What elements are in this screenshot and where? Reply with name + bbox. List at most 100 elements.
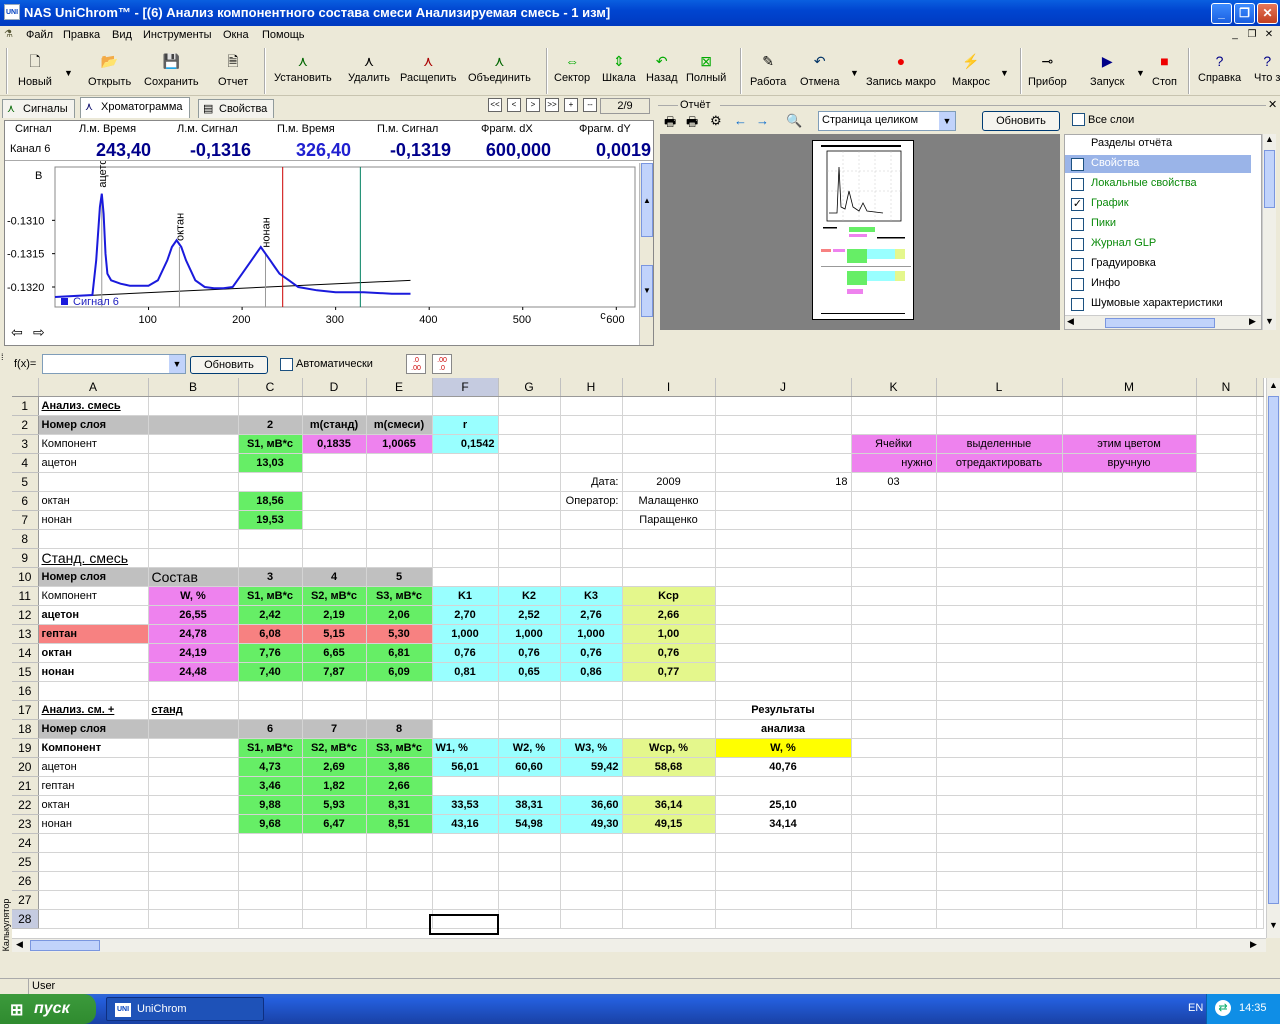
cell[interactable]: 25,10 (715, 795, 852, 815)
cell[interactable] (1196, 738, 1257, 758)
cell[interactable]: 0,76 (560, 643, 623, 663)
cell[interactable] (1062, 415, 1197, 435)
cell[interactable] (148, 491, 239, 511)
cell[interactable] (560, 529, 623, 549)
cell[interactable] (1062, 890, 1197, 910)
cell[interactable]: 2,69 (302, 757, 367, 777)
cell[interactable] (238, 909, 303, 929)
cell[interactable] (622, 681, 716, 701)
cell[interactable]: 18,56 (238, 491, 303, 511)
row-header[interactable]: 17 (12, 700, 39, 720)
cell[interactable] (851, 548, 937, 568)
cell[interactable] (1062, 548, 1197, 568)
sheet-hscroll-thumb[interactable] (30, 940, 100, 951)
cell[interactable] (715, 605, 852, 625)
cell[interactable] (1062, 909, 1197, 929)
cell[interactable]: 38,31 (498, 795, 561, 815)
cell[interactable] (148, 852, 239, 872)
cell[interactable] (1256, 795, 1264, 815)
cell[interactable] (1196, 814, 1257, 834)
cell[interactable] (1062, 757, 1197, 777)
cell[interactable] (1256, 396, 1264, 416)
cell[interactable]: 60,60 (498, 757, 561, 777)
chromatogram-view[interactable]: Сигнал Л.м. Время Л.м. Сигнал П.м. Время… (4, 120, 654, 346)
cell[interactable]: этим цветом (1062, 434, 1197, 454)
cell[interactable] (1062, 643, 1197, 663)
work-button[interactable]: ✎ Работа (750, 52, 786, 88)
section-checkbox[interactable] (1071, 258, 1084, 271)
cell[interactable] (1062, 776, 1197, 796)
cell[interactable] (1256, 909, 1264, 929)
help-button[interactable]: ? Справка (1198, 52, 1241, 84)
cell[interactable] (936, 510, 1063, 530)
sheet-hscroll[interactable]: ◀ ▶ (12, 938, 1266, 952)
cell[interactable]: 0,1542 (432, 434, 499, 454)
all-layers-checkbox[interactable] (1072, 113, 1085, 126)
cell[interactable]: 1,00 (622, 624, 716, 644)
cell[interactable] (1256, 529, 1264, 549)
report-preview[interactable] (660, 134, 1060, 330)
cell[interactable] (715, 415, 852, 435)
cell[interactable]: 3,46 (238, 776, 303, 796)
cell[interactable]: m(смеси) (366, 415, 433, 435)
cell[interactable] (622, 909, 716, 929)
cell[interactable] (936, 909, 1063, 929)
splitter-icon[interactable]: ⁞ (1, 352, 4, 362)
cell[interactable]: Номер слоя (38, 719, 149, 739)
report-section-item[interactable]: ✓ График (1065, 195, 1251, 213)
cell[interactable] (432, 852, 499, 872)
cell[interactable] (622, 396, 716, 416)
cell[interactable] (498, 852, 561, 872)
cell[interactable] (715, 624, 852, 644)
spreadsheet[interactable]: A B C D E F G H I J K L M N 1 Анализ. смесь 2 Номер слоя 2… (12, 378, 1266, 938)
cell[interactable]: 24,48 (148, 662, 239, 682)
cell[interactable]: S1, мВ*с (238, 586, 303, 606)
row-header[interactable]: 4 (12, 453, 39, 473)
cell[interactable] (498, 415, 561, 435)
cell[interactable] (1256, 586, 1264, 606)
cell[interactable]: 0,65 (498, 662, 561, 682)
report-close-icon[interactable]: ✕ (1268, 98, 1277, 111)
cell[interactable] (498, 700, 561, 720)
cell[interactable] (715, 529, 852, 549)
cell[interactable] (936, 776, 1063, 796)
row-header[interactable]: 15 (12, 662, 39, 682)
cell[interactable]: W3, % (560, 738, 623, 758)
cell[interactable] (1256, 871, 1264, 891)
report-section-item[interactable]: Свойства (1065, 155, 1251, 173)
menu-file[interactable]: Файл (26, 29, 53, 41)
cell[interactable] (936, 681, 1063, 701)
scroll-up-button[interactable]: ▲ (641, 163, 653, 237)
cell[interactable] (238, 472, 303, 492)
cell[interactable] (851, 510, 937, 530)
report-section-item[interactable]: Шумовые характеристики (1065, 295, 1251, 313)
cell[interactable] (936, 643, 1063, 663)
cell[interactable]: 2,52 (498, 605, 561, 625)
cell[interactable] (622, 719, 716, 739)
nav-first-button[interactable]: << (488, 98, 502, 112)
cell[interactable]: 0,77 (622, 662, 716, 682)
stop-button[interactable]: ■ Стоп (1152, 52, 1177, 88)
next-page-icon[interactable]: → (756, 113, 769, 128)
cell[interactable] (1062, 529, 1197, 549)
cell[interactable]: 5,15 (302, 624, 367, 644)
tab-properties[interactable]: ▤ Свойства (198, 99, 275, 118)
calculator-side-tab[interactable]: Калькулятор (0, 896, 12, 958)
cell[interactable] (38, 529, 149, 549)
cell[interactable] (302, 871, 367, 891)
row-header[interactable]: 21 (12, 776, 39, 796)
cell[interactable] (936, 833, 1063, 853)
cell[interactable]: K2 (498, 586, 561, 606)
cell[interactable] (560, 434, 623, 454)
cell[interactable] (622, 548, 716, 568)
select-all-corner[interactable] (12, 378, 39, 397)
print-icon[interactable]: 🖶 (664, 113, 676, 135)
column-header[interactable]: E (366, 378, 433, 397)
cell[interactable]: нонан (38, 510, 149, 530)
cell[interactable]: нужно (851, 453, 937, 473)
cell[interactable] (851, 700, 937, 720)
cell[interactable] (148, 510, 239, 530)
new-button[interactable]: 🗋 Новый (18, 52, 52, 88)
cell[interactable] (302, 472, 367, 492)
cell[interactable] (148, 415, 239, 435)
